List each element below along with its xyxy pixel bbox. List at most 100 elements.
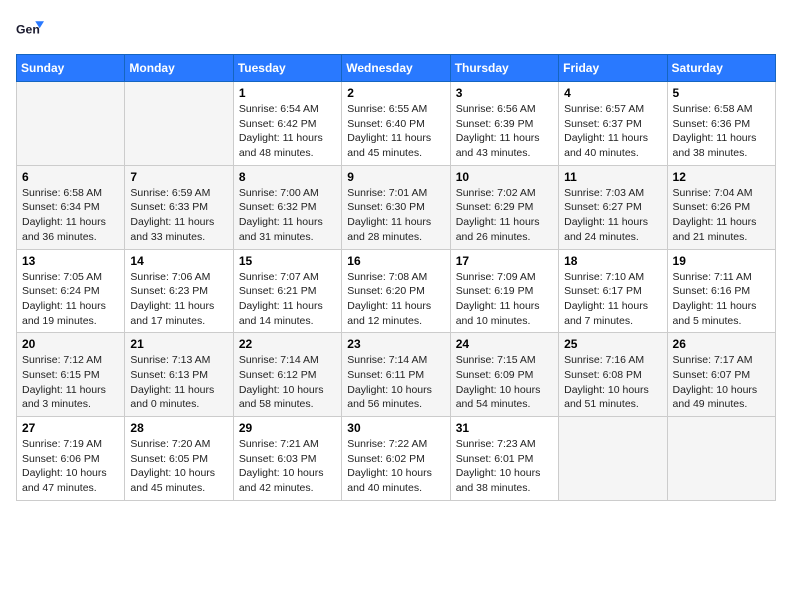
calendar-week-row: 20 Sunrise: 7:12 AM Sunset: 6:15 PM Dayli…	[17, 333, 776, 417]
calendar-week-row: 1 Sunrise: 6:54 AM Sunset: 6:42 PM Daylig…	[17, 82, 776, 166]
day-detail: Sunrise: 7:13 AM Sunset: 6:13 PM Dayligh…	[130, 353, 227, 412]
logo-icon: Gen	[16, 16, 44, 44]
day-detail: Sunrise: 7:01 AM Sunset: 6:30 PM Dayligh…	[347, 186, 444, 245]
day-number: 25	[564, 337, 661, 351]
logo: Gen	[16, 16, 46, 44]
day-number: 30	[347, 421, 444, 435]
svg-text:Gen: Gen	[16, 23, 40, 37]
day-number: 28	[130, 421, 227, 435]
day-detail: Sunrise: 7:00 AM Sunset: 6:32 PM Dayligh…	[239, 186, 336, 245]
calendar-header-tuesday: Tuesday	[233, 55, 341, 82]
day-detail: Sunrise: 7:16 AM Sunset: 6:08 PM Dayligh…	[564, 353, 661, 412]
day-detail: Sunrise: 7:17 AM Sunset: 6:07 PM Dayligh…	[673, 353, 770, 412]
day-number: 15	[239, 254, 336, 268]
day-number: 29	[239, 421, 336, 435]
day-number: 23	[347, 337, 444, 351]
calendar-cell	[125, 82, 233, 166]
day-number: 9	[347, 170, 444, 184]
calendar-cell: 14 Sunrise: 7:06 AM Sunset: 6:23 PM Dayli…	[125, 249, 233, 333]
day-number: 13	[22, 254, 119, 268]
day-number: 17	[456, 254, 553, 268]
calendar-cell: 16 Sunrise: 7:08 AM Sunset: 6:20 PM Dayli…	[342, 249, 450, 333]
day-number: 21	[130, 337, 227, 351]
calendar-header-sunday: Sunday	[17, 55, 125, 82]
day-number: 16	[347, 254, 444, 268]
calendar-cell: 4 Sunrise: 6:57 AM Sunset: 6:37 PM Daylig…	[559, 82, 667, 166]
calendar-cell: 1 Sunrise: 6:54 AM Sunset: 6:42 PM Daylig…	[233, 82, 341, 166]
calendar-week-row: 6Sunrise: 6:58 AM Sunset: 6:34 PM Daylig…	[17, 165, 776, 249]
calendar-cell: 15 Sunrise: 7:07 AM Sunset: 6:21 PM Dayli…	[233, 249, 341, 333]
calendar-cell	[17, 82, 125, 166]
day-detail: Sunrise: 7:14 AM Sunset: 6:11 PM Dayligh…	[347, 353, 444, 412]
calendar-cell: 19Sunrise: 7:11 AM Sunset: 6:16 PM Dayli…	[667, 249, 775, 333]
day-number: 7	[130, 170, 227, 184]
day-detail: Sunrise: 7:22 AM Sunset: 6:02 PM Dayligh…	[347, 437, 444, 496]
calendar-cell: 3 Sunrise: 6:56 AM Sunset: 6:39 PM Daylig…	[450, 82, 558, 166]
day-detail: Sunrise: 6:58 AM Sunset: 6:36 PM Dayligh…	[673, 102, 770, 161]
day-number: 26	[673, 337, 770, 351]
calendar-header-monday: Monday	[125, 55, 233, 82]
calendar-header-row: SundayMondayTuesdayWednesdayThursdayFrid…	[17, 55, 776, 82]
day-number: 11	[564, 170, 661, 184]
calendar-cell: 10 Sunrise: 7:02 AM Sunset: 6:29 PM Dayli…	[450, 165, 558, 249]
calendar-cell: 13 Sunrise: 7:05 AM Sunset: 6:24 PM Dayli…	[17, 249, 125, 333]
calendar-cell: 29 Sunrise: 7:21 AM Sunset: 6:03 PM Dayli…	[233, 417, 341, 501]
day-number: 1	[239, 86, 336, 100]
day-detail: Sunrise: 7:09 AM Sunset: 6:19 PM Dayligh…	[456, 270, 553, 329]
calendar-header-friday: Friday	[559, 55, 667, 82]
day-detail: Sunrise: 7:23 AM Sunset: 6:01 PM Dayligh…	[456, 437, 553, 496]
calendar-header-wednesday: Wednesday	[342, 55, 450, 82]
day-number: 10	[456, 170, 553, 184]
calendar-week-row: 13 Sunrise: 7:05 AM Sunset: 6:24 PM Dayli…	[17, 249, 776, 333]
calendar-table: SundayMondayTuesdayWednesdayThursdayFrid…	[16, 54, 776, 501]
calendar-cell: 27 Sunrise: 7:19 AM Sunset: 6:06 PM Dayli…	[17, 417, 125, 501]
calendar-cell: 8 Sunrise: 7:00 AM Sunset: 6:32 PM Daylig…	[233, 165, 341, 249]
day-detail: Sunrise: 6:58 AM Sunset: 6:34 PM Dayligh…	[22, 186, 119, 245]
calendar-cell: 18Sunrise: 7:10 AM Sunset: 6:17 PM Dayli…	[559, 249, 667, 333]
calendar-cell: 23 Sunrise: 7:14 AM Sunset: 6:11 PM Dayli…	[342, 333, 450, 417]
day-number: 31	[456, 421, 553, 435]
calendar-cell: 21 Sunrise: 7:13 AM Sunset: 6:13 PM Dayli…	[125, 333, 233, 417]
day-detail: Sunrise: 7:02 AM Sunset: 6:29 PM Dayligh…	[456, 186, 553, 245]
day-detail: Sunrise: 7:05 AM Sunset: 6:24 PM Dayligh…	[22, 270, 119, 329]
day-number: 5	[673, 86, 770, 100]
day-number: 24	[456, 337, 553, 351]
calendar-cell: 20 Sunrise: 7:12 AM Sunset: 6:15 PM Dayli…	[17, 333, 125, 417]
day-detail: Sunrise: 6:54 AM Sunset: 6:42 PM Dayligh…	[239, 102, 336, 161]
day-detail: Sunrise: 7:14 AM Sunset: 6:12 PM Dayligh…	[239, 353, 336, 412]
day-detail: Sunrise: 6:59 AM Sunset: 6:33 PM Dayligh…	[130, 186, 227, 245]
calendar-cell: 28 Sunrise: 7:20 AM Sunset: 6:05 PM Dayli…	[125, 417, 233, 501]
day-number: 8	[239, 170, 336, 184]
day-detail: Sunrise: 6:57 AM Sunset: 6:37 PM Dayligh…	[564, 102, 661, 161]
day-number: 20	[22, 337, 119, 351]
calendar-cell: 11Sunrise: 7:03 AM Sunset: 6:27 PM Dayli…	[559, 165, 667, 249]
day-detail: Sunrise: 7:20 AM Sunset: 6:05 PM Dayligh…	[130, 437, 227, 496]
day-number: 22	[239, 337, 336, 351]
calendar-cell: 30 Sunrise: 7:22 AM Sunset: 6:02 PM Dayli…	[342, 417, 450, 501]
day-detail: Sunrise: 7:04 AM Sunset: 6:26 PM Dayligh…	[673, 186, 770, 245]
day-number: 19	[673, 254, 770, 268]
day-number: 3	[456, 86, 553, 100]
day-detail: Sunrise: 7:08 AM Sunset: 6:20 PM Dayligh…	[347, 270, 444, 329]
day-detail: Sunrise: 7:07 AM Sunset: 6:21 PM Dayligh…	[239, 270, 336, 329]
day-number: 18	[564, 254, 661, 268]
calendar-cell: 5 Sunrise: 6:58 AM Sunset: 6:36 PM Daylig…	[667, 82, 775, 166]
day-number: 14	[130, 254, 227, 268]
day-detail: Sunrise: 7:19 AM Sunset: 6:06 PM Dayligh…	[22, 437, 119, 496]
calendar-cell: 22 Sunrise: 7:14 AM Sunset: 6:12 PM Dayli…	[233, 333, 341, 417]
calendar-cell: 2Sunrise: 6:55 AM Sunset: 6:40 PM Daylig…	[342, 82, 450, 166]
page-header: Gen	[16, 16, 776, 44]
day-number: 27	[22, 421, 119, 435]
day-number: 12	[673, 170, 770, 184]
day-number: 4	[564, 86, 661, 100]
calendar-cell: 31 Sunrise: 7:23 AM Sunset: 6:01 PM Dayli…	[450, 417, 558, 501]
calendar-cell: 24Sunrise: 7:15 AM Sunset: 6:09 PM Dayli…	[450, 333, 558, 417]
calendar-cell	[559, 417, 667, 501]
day-detail: Sunrise: 7:06 AM Sunset: 6:23 PM Dayligh…	[130, 270, 227, 329]
day-detail: Sunrise: 7:12 AM Sunset: 6:15 PM Dayligh…	[22, 353, 119, 412]
day-detail: Sunrise: 6:56 AM Sunset: 6:39 PM Dayligh…	[456, 102, 553, 161]
calendar-cell	[667, 417, 775, 501]
calendar-cell: 25 Sunrise: 7:16 AM Sunset: 6:08 PM Dayli…	[559, 333, 667, 417]
day-detail: Sunrise: 7:21 AM Sunset: 6:03 PM Dayligh…	[239, 437, 336, 496]
calendar-cell: 6Sunrise: 6:58 AM Sunset: 6:34 PM Daylig…	[17, 165, 125, 249]
